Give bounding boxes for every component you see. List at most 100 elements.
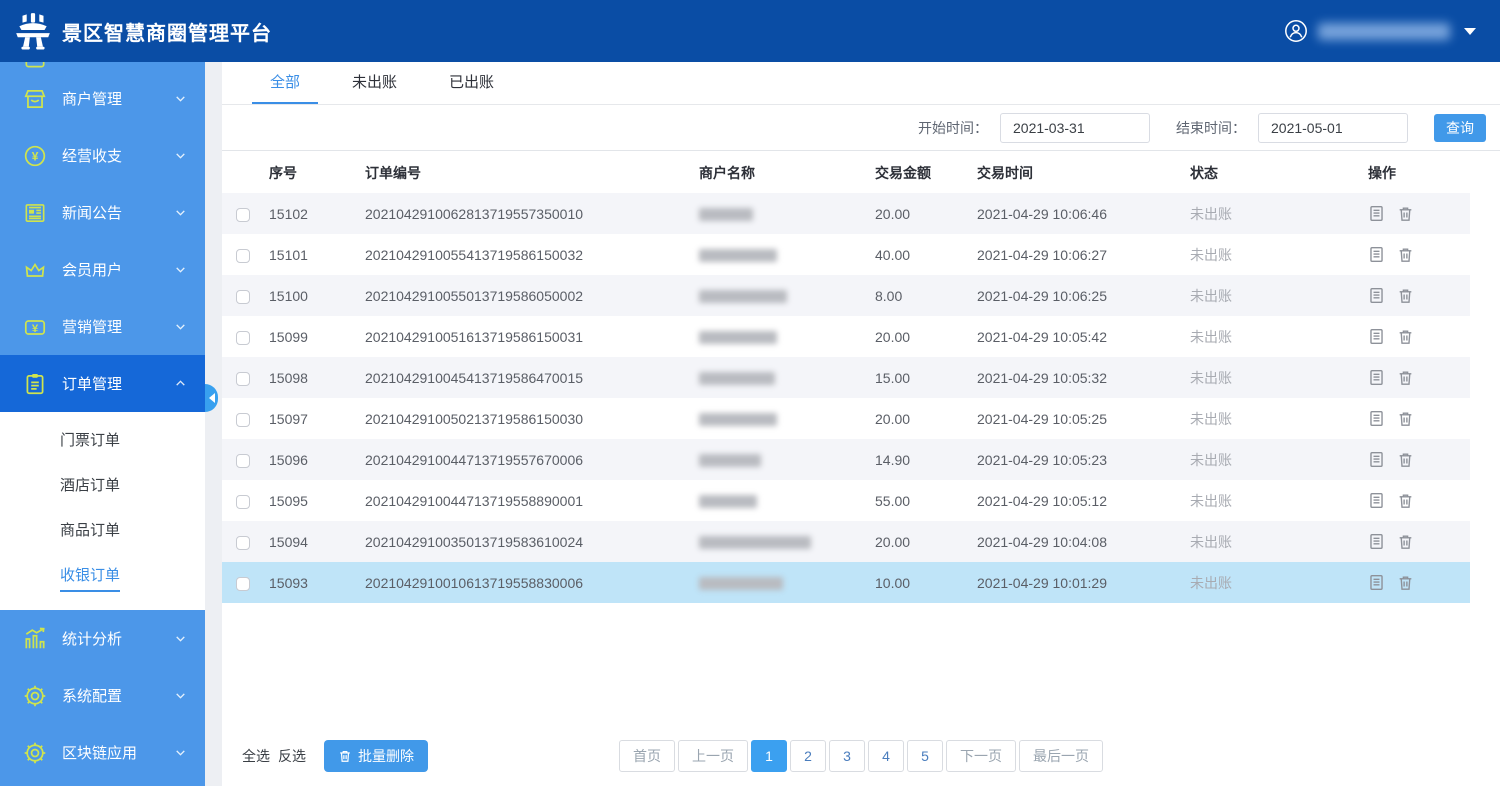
- row-checkbox[interactable]: [236, 536, 250, 550]
- select-all-link[interactable]: 全选: [242, 746, 270, 766]
- delete-icon[interactable]: [1397, 287, 1414, 304]
- col-header-actions: 操作: [1366, 153, 1470, 193]
- row-time: 2021-04-29 10:05:42: [975, 316, 1188, 357]
- row-order-no: 2021042910062813719557350010: [363, 193, 697, 234]
- row-checkbox[interactable]: [236, 208, 250, 222]
- sidebar-gutter: [205, 62, 222, 786]
- row-seq: 15095: [267, 480, 363, 521]
- start-time-label: 开始时间：: [918, 118, 988, 138]
- row-checkbox[interactable]: [236, 454, 250, 468]
- batch-delete-button[interactable]: 批量删除: [324, 740, 428, 772]
- crown-icon: [22, 257, 48, 283]
- submenu-item-ticket-orders[interactable]: 门票订单: [0, 420, 205, 465]
- delete-icon[interactable]: [1397, 492, 1414, 509]
- sidebar-item-merchant[interactable]: 商户管理: [0, 70, 205, 127]
- row-amount: 40.00: [873, 234, 975, 275]
- delete-icon[interactable]: [1397, 205, 1414, 222]
- submenu-item-cashier-orders[interactable]: 收银订单: [0, 555, 205, 600]
- row-amount: 15.00: [873, 357, 975, 398]
- row-amount: 20.00: [873, 398, 975, 439]
- sidebar-item-blockchain[interactable]: 区块链应用: [0, 724, 205, 781]
- sidebar-item-orders[interactable]: 订单管理: [0, 355, 205, 412]
- detail-icon[interactable]: [1368, 287, 1385, 304]
- page-prev[interactable]: 上一页: [678, 740, 748, 772]
- table-header-row: 序号 订单编号 商户名称 交易金额 交易时间 状态 操作: [222, 153, 1470, 193]
- table-row: 15094202104291003501371958361002420.0020…: [222, 521, 1470, 562]
- chevron-down-icon: [174, 746, 187, 759]
- delete-icon[interactable]: [1397, 451, 1414, 468]
- row-status: 未出账: [1188, 234, 1366, 275]
- sidebar-item-news[interactable]: 新闻公告: [0, 184, 205, 241]
- tab-unbilled[interactable]: 未出账: [340, 59, 409, 104]
- detail-icon[interactable]: [1368, 410, 1385, 427]
- sidebar-item-members[interactable]: 会员用户: [0, 241, 205, 298]
- page-next[interactable]: 下一页: [946, 740, 1016, 772]
- row-checkbox[interactable]: [236, 290, 250, 304]
- row-checkbox[interactable]: [236, 413, 250, 427]
- delete-icon[interactable]: [1397, 246, 1414, 263]
- row-checkbox[interactable]: [236, 372, 250, 386]
- row-amount: 55.00: [873, 480, 975, 521]
- delete-icon[interactable]: [1397, 410, 1414, 427]
- chevron-down-icon: [174, 149, 187, 162]
- row-status: 未出账: [1188, 193, 1366, 234]
- row-order-no: 2021042910010613719558830006: [363, 562, 697, 603]
- detail-icon[interactable]: [1368, 328, 1385, 345]
- page-3[interactable]: 3: [829, 740, 865, 772]
- row-checkbox[interactable]: [236, 249, 250, 263]
- row-checkbox[interactable]: [236, 495, 250, 509]
- delete-icon[interactable]: [1397, 369, 1414, 386]
- col-header-seq: 序号: [267, 153, 363, 193]
- sidebar-item-statistics[interactable]: 统计分析: [0, 610, 205, 667]
- detail-icon[interactable]: [1368, 574, 1385, 591]
- row-checkbox[interactable]: [236, 577, 250, 591]
- tab-billed[interactable]: 已出账: [437, 59, 506, 104]
- sidebar-item-label: 系统配置: [62, 685, 122, 706]
- row-checkbox[interactable]: [236, 331, 250, 345]
- sidebar-item-label: 营销管理: [62, 316, 122, 337]
- row-order-no: 2021042910051613719586150031: [363, 316, 697, 357]
- trash-icon: [338, 749, 352, 763]
- start-date-input[interactable]: [1000, 113, 1150, 143]
- page-1[interactable]: 1: [751, 740, 787, 772]
- delete-icon[interactable]: [1397, 533, 1414, 550]
- detail-icon[interactable]: [1368, 533, 1385, 550]
- sidebar: 商户管理 ¥ 经营收支 新: [0, 62, 205, 786]
- detail-icon[interactable]: [1368, 246, 1385, 263]
- row-status: 未出账: [1188, 521, 1366, 562]
- table-row: 15096202104291004471371955767000614.9020…: [222, 439, 1470, 480]
- row-merchant-redacted: [699, 331, 777, 344]
- end-date-input[interactable]: [1258, 113, 1408, 143]
- page-title: 景区智慧商圈管理平台: [62, 17, 272, 46]
- orders-submenu: 门票订单 酒店订单 商品订单 收银订单: [0, 412, 205, 610]
- table-row: 15098202104291004541371958647001515.0020…: [222, 357, 1470, 398]
- chevron-up-icon: [174, 377, 187, 390]
- page-2[interactable]: 2: [790, 740, 826, 772]
- sidebar-item-finance[interactable]: ¥ 经营收支: [0, 127, 205, 184]
- page-4[interactable]: 4: [868, 740, 904, 772]
- sidebar-item-marketing[interactable]: ¥ 营销管理: [0, 298, 205, 355]
- query-button[interactable]: 查询: [1434, 114, 1486, 142]
- invert-select-link[interactable]: 反选: [278, 746, 306, 766]
- detail-icon[interactable]: [1368, 451, 1385, 468]
- page-last[interactable]: 最后一页: [1019, 740, 1103, 772]
- user-icon: [1284, 19, 1308, 43]
- page-5[interactable]: 5: [907, 740, 943, 772]
- filter-bar: 开始时间： 结束时间： 查询: [222, 105, 1500, 151]
- page-first[interactable]: 首页: [619, 740, 675, 772]
- submenu-item-goods-orders[interactable]: 商品订单: [0, 510, 205, 555]
- sidebar-item-system-config[interactable]: 系统配置: [0, 667, 205, 724]
- delete-icon[interactable]: [1397, 328, 1414, 345]
- delete-icon[interactable]: [1397, 574, 1414, 591]
- user-menu[interactable]: [1284, 19, 1476, 43]
- row-seq: 15100: [267, 275, 363, 316]
- chevron-down-icon: [174, 206, 187, 219]
- detail-icon[interactable]: [1368, 205, 1385, 222]
- tab-all[interactable]: 全部: [258, 59, 312, 104]
- chart-icon: [22, 626, 48, 652]
- submenu-item-hotel-orders[interactable]: 酒店订单: [0, 465, 205, 510]
- row-seq: 15094: [267, 521, 363, 562]
- detail-icon[interactable]: [1368, 369, 1385, 386]
- detail-icon[interactable]: [1368, 492, 1385, 509]
- gear-icon: [22, 740, 48, 766]
